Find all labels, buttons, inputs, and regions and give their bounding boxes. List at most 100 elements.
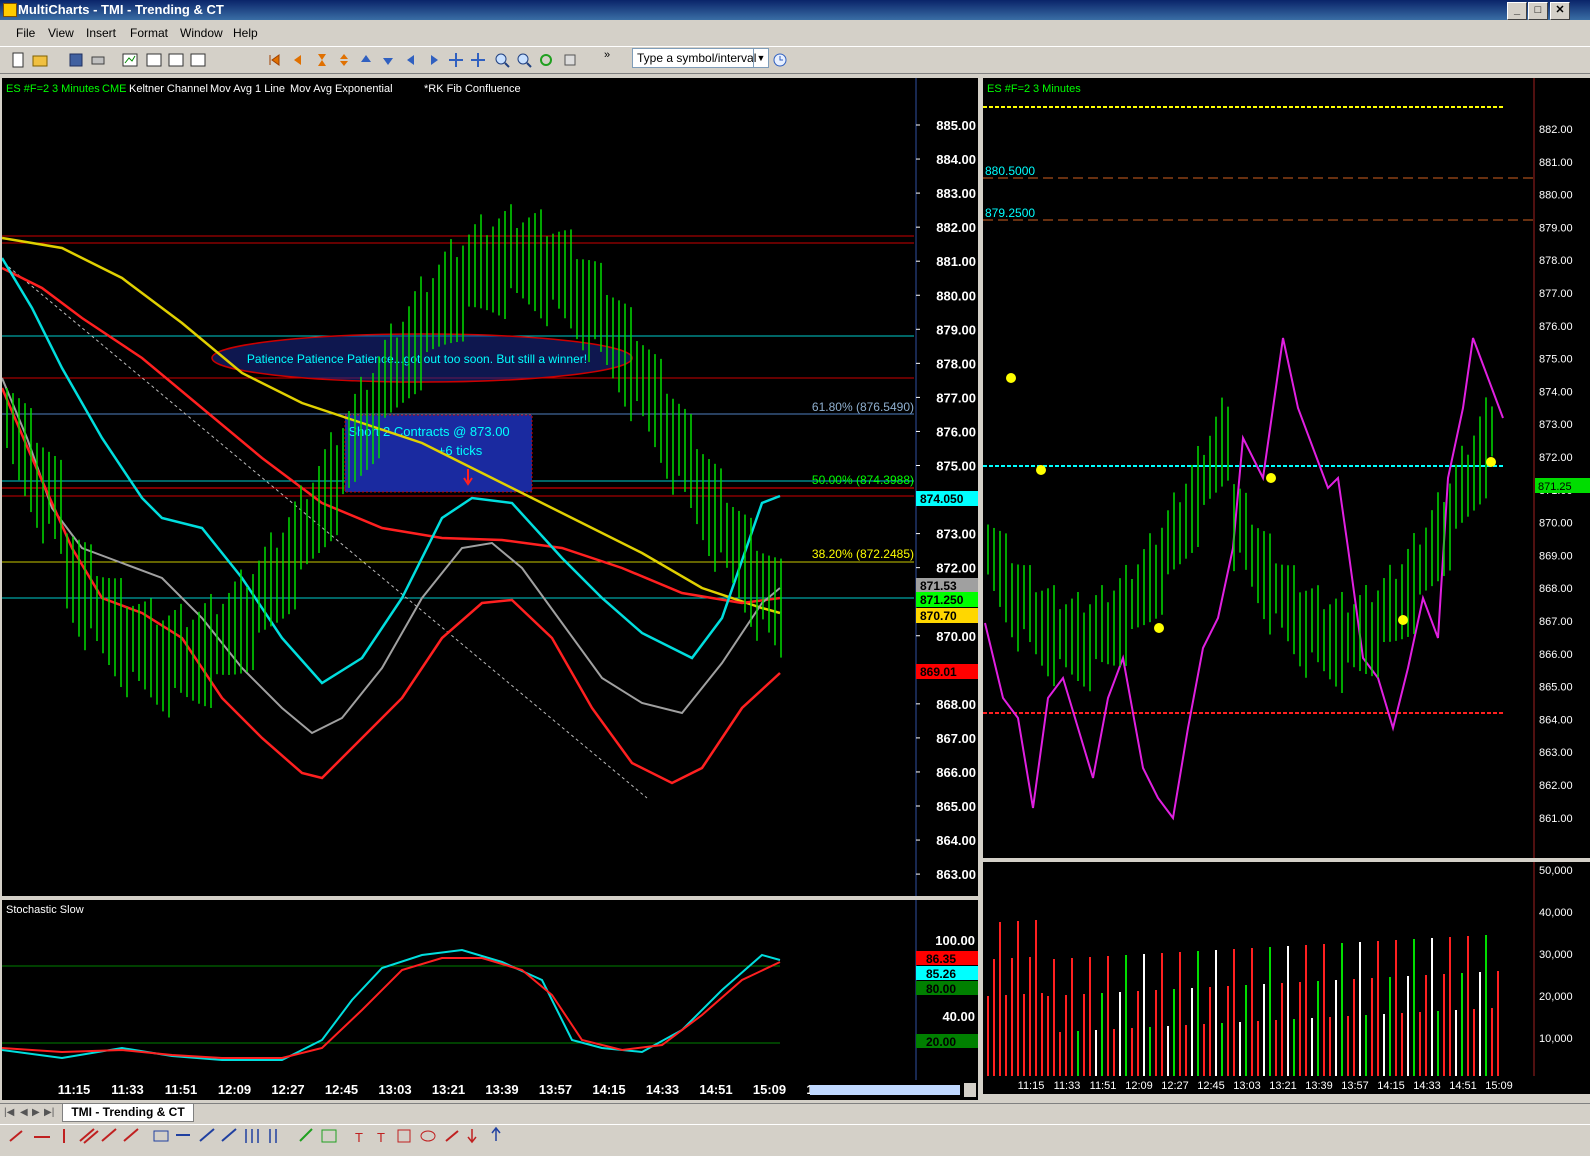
ray-tool-icon[interactable] [101, 1128, 117, 1142]
right-time-tick-label: 14:51 [1449, 1080, 1477, 1092]
price-tick-label: 873.00 [936, 527, 976, 542]
grid-tool-icon[interactable] [321, 1129, 337, 1143]
horizontal-scrollbar[interactable] [810, 1085, 960, 1095]
right-chart-symbol: ES #F=2 [987, 83, 1030, 95]
chevron-down-icon[interactable]: ▼ [753, 49, 768, 67]
hourglass-icon[interactable] [314, 52, 330, 68]
scroll-down-icon[interactable] [380, 52, 396, 68]
text-label-tool-icon[interactable]: T [377, 1130, 385, 1145]
price-tick-label: 880.00 [936, 288, 976, 303]
signal-dot [1486, 457, 1496, 467]
pitchfork-tool-icon[interactable] [123, 1128, 139, 1142]
signal-dot [1398, 615, 1408, 625]
bar-spacing-icon[interactable] [336, 52, 352, 68]
tab-scroll-next-icon[interactable]: ▶ [32, 1107, 40, 1118]
tab-scroll-prev-icon[interactable]: ◀ [20, 1107, 28, 1118]
menu-file[interactable]: File [16, 26, 35, 40]
refresh-icon[interactable] [538, 52, 554, 68]
ellipse-tool-icon[interactable] [420, 1130, 436, 1142]
dom-icon[interactable] [190, 52, 206, 68]
scroll-up-icon[interactable] [358, 52, 374, 68]
regression-tool-icon[interactable] [299, 1128, 313, 1142]
channel-tool-icon[interactable] [79, 1128, 99, 1144]
fib-label-50: 50.00% (874.3988) [812, 473, 914, 487]
trendline-tool-icon[interactable] [9, 1130, 23, 1142]
toolbar-overflow-icon[interactable]: » [604, 49, 610, 61]
right-time-axis: 11:15 11:33 11:51 12:09 12:27 12:45 13:03 13:21… [983, 1076, 1590, 1094]
close-button[interactable]: ✕ [1550, 2, 1570, 20]
maximize-button[interactable]: □ [1528, 2, 1548, 20]
drawing-toolbar: T T [0, 1124, 1590, 1156]
scroll-forward-icon[interactable] [426, 52, 442, 68]
menu-format[interactable]: Format [130, 26, 168, 40]
chart-header-item[interactable]: Mov Avg 1 Line [210, 83, 285, 95]
minimize-button[interactable]: _ [1507, 2, 1527, 20]
gann-fan-tool-icon[interactable] [221, 1128, 237, 1142]
text-tool-icon[interactable]: T [355, 1130, 363, 1145]
right-time-tick-label: 14:33 [1413, 1080, 1441, 1092]
symbol-input[interactable]: Type a symbol/interval ▼ [632, 48, 769, 68]
price-tick-label: 867.00 [936, 731, 976, 746]
move-icon[interactable] [448, 52, 464, 68]
tab-scroll-first-icon[interactable]: |◀ [4, 1107, 14, 1118]
signal-dot [1154, 623, 1164, 633]
fib-label-618: 61.80% (876.5490) [812, 400, 914, 414]
volume-pane[interactable]: 50,000 40,000 30,000 20,000 10,000 [983, 862, 1590, 1076]
stoch-marker-label: 20.00 [926, 1035, 956, 1049]
arrow-up-tool-icon[interactable] [491, 1126, 501, 1141]
chart-header-item[interactable]: *RK Fib Confluence [424, 83, 521, 95]
menu-window[interactable]: Window [180, 26, 223, 40]
cycle-lines-tool-icon[interactable] [269, 1129, 277, 1143]
window-title: MultiCharts - TMI - Trending & CT [18, 2, 224, 17]
save-icon[interactable] [68, 52, 84, 68]
chart-header-item[interactable]: Mov Avg Exponential [290, 83, 393, 95]
trade-box-line2: +6 ticks [438, 443, 483, 458]
drag-icon[interactable] [470, 52, 486, 68]
time-tick-label: 12:27 [271, 1082, 304, 1097]
price-tick-label: 876.00 [936, 424, 976, 439]
right-time-tick-label: 12:45 [1197, 1080, 1225, 1092]
menu-bar: File View Insert Format Window Help [0, 22, 1590, 44]
right-time-tick-label: 11:33 [1054, 1080, 1081, 1092]
annotation-ellipse-text: Patience Patience Patience...got out too… [247, 352, 587, 366]
arc-tool-icon[interactable] [445, 1130, 459, 1142]
volume-tick-label: 30,000 [1539, 949, 1573, 961]
rectangle-tool-icon[interactable] [397, 1129, 411, 1143]
scroll-left-icon[interactable] [290, 52, 306, 68]
open-icon[interactable] [32, 52, 48, 68]
main-price-chart[interactable]: ES #F=2 3 Minutes CME Keltner Channel Mov Av… [2, 78, 978, 896]
fib-time-zones-tool-icon[interactable] [245, 1129, 259, 1143]
menu-insert[interactable]: Insert [86, 26, 116, 40]
price-tick-label: 864.00 [936, 833, 976, 848]
scroll-right-icon[interactable] [964, 1083, 976, 1097]
left-time-axis: 11:15 11:33 11:51 12:09 12:27 12:45 13:03 13:21… [2, 1080, 978, 1100]
price-tick-label: 865.00 [936, 799, 976, 814]
settings-icon[interactable] [562, 52, 578, 68]
new-icon[interactable] [10, 52, 26, 68]
clock-icon[interactable] [772, 52, 788, 68]
stochastic-pane[interactable]: Stochastic Slow 100.00 40.00 86.35 85.26 8… [2, 900, 978, 1080]
tab-scroll-last-icon[interactable]: ▶| [44, 1107, 54, 1118]
zoom-in-icon[interactable] [494, 52, 510, 68]
time-tick-label: 13:03 [378, 1082, 411, 1097]
scroll-back-icon[interactable] [403, 52, 419, 68]
secondary-price-chart[interactable]: ES #F=2 3 Minutes 880.5000 879.2500 882.… [983, 78, 1590, 858]
print-icon[interactable] [90, 52, 106, 68]
arrow-down-tool-icon[interactable] [467, 1129, 477, 1144]
zoom-out-icon[interactable] [516, 52, 532, 68]
scanner-icon[interactable] [168, 52, 184, 68]
price-marker-label: 869.01 [920, 665, 957, 679]
price-marker-label: 871.250 [920, 593, 964, 607]
menu-view[interactable]: View [48, 26, 74, 40]
chart-window-icon[interactable] [122, 52, 138, 68]
fib-tool-icon[interactable] [153, 1130, 169, 1142]
first-bar-icon[interactable] [266, 52, 282, 68]
menu-help[interactable]: Help [233, 26, 258, 40]
right-price-tick-label: 879.00 [1539, 222, 1573, 234]
speed-lines-tool-icon[interactable] [199, 1128, 215, 1142]
tab-tmi-trending-ct[interactable]: TMI - Trending & CT [62, 1103, 194, 1122]
time-tick-label: 13:39 [485, 1082, 518, 1097]
grid-window-icon[interactable] [146, 52, 162, 68]
chart-header-item[interactable]: Keltner Channel [129, 83, 208, 95]
right-price-tick-label: 865.00 [1539, 682, 1573, 694]
